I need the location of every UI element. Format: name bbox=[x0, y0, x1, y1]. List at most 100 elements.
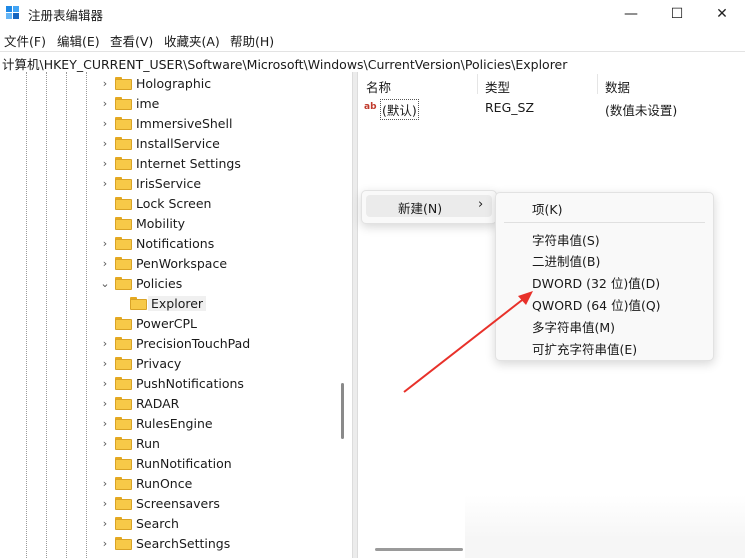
column-separator[interactable] bbox=[597, 74, 598, 94]
tree-node-label: Run bbox=[136, 436, 160, 451]
folder-icon bbox=[115, 417, 132, 430]
expand-chevron-icon[interactable]: › bbox=[100, 337, 110, 351]
maximize-icon: ☐ bbox=[670, 5, 684, 22]
tree-node-label: ImmersiveShell bbox=[136, 116, 233, 131]
registry-editor-icon bbox=[6, 6, 19, 19]
folder-icon bbox=[115, 137, 132, 150]
tree-node-label: ime bbox=[136, 96, 160, 111]
menu-edit[interactable]: 编辑(E) bbox=[57, 31, 100, 50]
tree-node-label: PowerCPL bbox=[136, 316, 198, 331]
tree-node[interactable]: ⌄ Policies bbox=[0, 274, 340, 294]
folder-icon bbox=[115, 397, 132, 410]
tree-node[interactable]: › PushNotifications bbox=[0, 374, 340, 394]
value-name: (默认) bbox=[380, 99, 419, 120]
tree-node[interactable]: › SearchSettings bbox=[0, 534, 340, 554]
expand-chevron-icon[interactable]: › bbox=[100, 377, 110, 391]
tree-node[interactable]: › RunOnce bbox=[0, 474, 340, 494]
tree-node[interactable]: › Privacy bbox=[0, 354, 340, 374]
folder-icon bbox=[115, 277, 132, 290]
title-bar: 注册表编辑器 — ☐ ✕ bbox=[0, 0, 745, 27]
tree-node-label: RulesEngine bbox=[136, 416, 213, 431]
submenu-item-key[interactable]: 项(K) bbox=[532, 199, 562, 218]
folder-icon bbox=[115, 497, 132, 510]
tree-node[interactable]: › Search bbox=[0, 514, 340, 534]
expand-chevron-icon[interactable]: › bbox=[100, 157, 110, 171]
expand-chevron-icon[interactable]: › bbox=[100, 97, 110, 111]
expand-chevron-icon[interactable]: › bbox=[100, 397, 110, 411]
address-path[interactable]: 计算机\HKEY_CURRENT_USER\Software\Microsoft… bbox=[2, 54, 567, 73]
column-header-type[interactable]: 类型 bbox=[485, 77, 510, 96]
expand-chevron-icon[interactable]: › bbox=[100, 177, 110, 191]
menu-file[interactable]: 文件(F) bbox=[4, 31, 46, 50]
tree-node[interactable]: Mobility bbox=[0, 214, 340, 234]
tree-node-label: Notifications bbox=[136, 236, 215, 251]
folder-icon bbox=[115, 377, 132, 390]
tree-node[interactable]: › PrecisionTouchPad bbox=[0, 334, 340, 354]
submenu-item-binary[interactable]: 二进制值(B) bbox=[532, 251, 600, 270]
expand-chevron-icon[interactable]: › bbox=[100, 477, 110, 491]
expand-chevron-icon[interactable]: › bbox=[100, 237, 110, 251]
tree-node[interactable]: › IrisService bbox=[0, 174, 340, 194]
expand-chevron-icon[interactable]: › bbox=[100, 257, 110, 271]
tree-node[interactable]: › Notifications bbox=[0, 234, 340, 254]
maximize-button[interactable]: ☐ bbox=[654, 0, 700, 27]
tree-node[interactable]: Lock Screen bbox=[0, 194, 340, 214]
submenu-arrow-icon: › bbox=[478, 197, 484, 212]
menu-favorites[interactable]: 收藏夹(A) bbox=[164, 31, 220, 50]
tree-node[interactable]: PowerCPL bbox=[0, 314, 340, 334]
tree-node[interactable]: › InstallService bbox=[0, 134, 340, 154]
close-icon: ✕ bbox=[716, 5, 728, 22]
close-button[interactable]: ✕ bbox=[699, 0, 745, 27]
tree-node[interactable]: › ImmersiveShell bbox=[0, 114, 340, 134]
new-submenu: 项(K) 字符串值(S) 二进制值(B) DWORD (32 位)值(D) QW… bbox=[495, 192, 714, 361]
context-menu: 新建(N) › bbox=[361, 190, 497, 224]
folder-icon bbox=[115, 257, 132, 270]
expand-chevron-icon[interactable]: › bbox=[100, 117, 110, 131]
submenu-item-string[interactable]: 字符串值(S) bbox=[532, 230, 600, 249]
value-row[interactable]: ab (默认) REG_SZ (数值未设置) bbox=[358, 97, 745, 120]
tree-node[interactable]: › Screensavers bbox=[0, 494, 340, 514]
expand-chevron-icon[interactable]: › bbox=[100, 137, 110, 151]
collapse-chevron-icon[interactable]: ⌄ bbox=[100, 277, 110, 291]
string-value-icon: ab bbox=[364, 102, 377, 112]
expand-chevron-icon[interactable]: › bbox=[100, 537, 110, 551]
expand-chevron-icon[interactable]: › bbox=[100, 497, 110, 511]
expand-chevron-icon[interactable]: › bbox=[100, 437, 110, 451]
tree-scrollbar[interactable] bbox=[339, 72, 349, 558]
menu-help[interactable]: 帮助(H) bbox=[230, 31, 274, 50]
address-bar[interactable]: 计算机\HKEY_CURRENT_USER\Software\Microsoft… bbox=[0, 51, 745, 73]
tree-scroll-thumb[interactable] bbox=[341, 383, 344, 439]
tree-node[interactable]: Explorer bbox=[0, 294, 340, 314]
menu-view[interactable]: 查看(V) bbox=[110, 31, 153, 50]
tree-node[interactable]: › PenWorkspace bbox=[0, 254, 340, 274]
folder-icon bbox=[115, 97, 132, 110]
tree-node-label: Holographic bbox=[136, 76, 212, 91]
minimize-icon: — bbox=[624, 5, 638, 22]
tree-node[interactable]: › Internet Settings bbox=[0, 154, 340, 174]
tree-node[interactable]: › Run bbox=[0, 434, 340, 454]
tree-node[interactable]: › ime bbox=[0, 94, 340, 114]
submenu-item-dword[interactable]: DWORD (32 位)值(D) bbox=[532, 273, 660, 292]
key-tree: › Holographic › ime › ImmersiveShell › InstallS… bbox=[0, 72, 352, 558]
tree-node-label: RunOnce bbox=[136, 476, 193, 491]
tree-node[interactable]: › RulesEngine bbox=[0, 414, 340, 434]
tree-node-label: Privacy bbox=[136, 356, 182, 371]
expand-chevron-icon[interactable]: › bbox=[100, 417, 110, 431]
expand-chevron-icon[interactable]: › bbox=[100, 517, 110, 531]
tree-node-label: Internet Settings bbox=[136, 156, 241, 171]
submenu-item-expandable-string[interactable]: 可扩充字符串值(E) bbox=[532, 339, 637, 358]
value-type: REG_SZ bbox=[485, 100, 535, 115]
tree-node-label: Search bbox=[136, 516, 179, 531]
tree-node[interactable]: › RADAR bbox=[0, 394, 340, 414]
column-header-data[interactable]: 数据 bbox=[605, 77, 630, 96]
column-separator[interactable] bbox=[477, 74, 478, 94]
tree-node[interactable]: RunNotification bbox=[0, 454, 340, 474]
submenu-item-qword[interactable]: QWORD (64 位)值(Q) bbox=[532, 295, 661, 314]
list-horizontal-scrollbar[interactable] bbox=[375, 548, 463, 551]
expand-chevron-icon[interactable]: › bbox=[100, 77, 110, 91]
column-header-name[interactable]: 名称 bbox=[366, 77, 391, 96]
submenu-item-multi-string[interactable]: 多字符串值(M) bbox=[532, 317, 615, 336]
minimize-button[interactable]: — bbox=[608, 0, 654, 27]
expand-chevron-icon[interactable]: › bbox=[100, 357, 110, 371]
tree-node[interactable]: › Holographic bbox=[0, 74, 340, 94]
